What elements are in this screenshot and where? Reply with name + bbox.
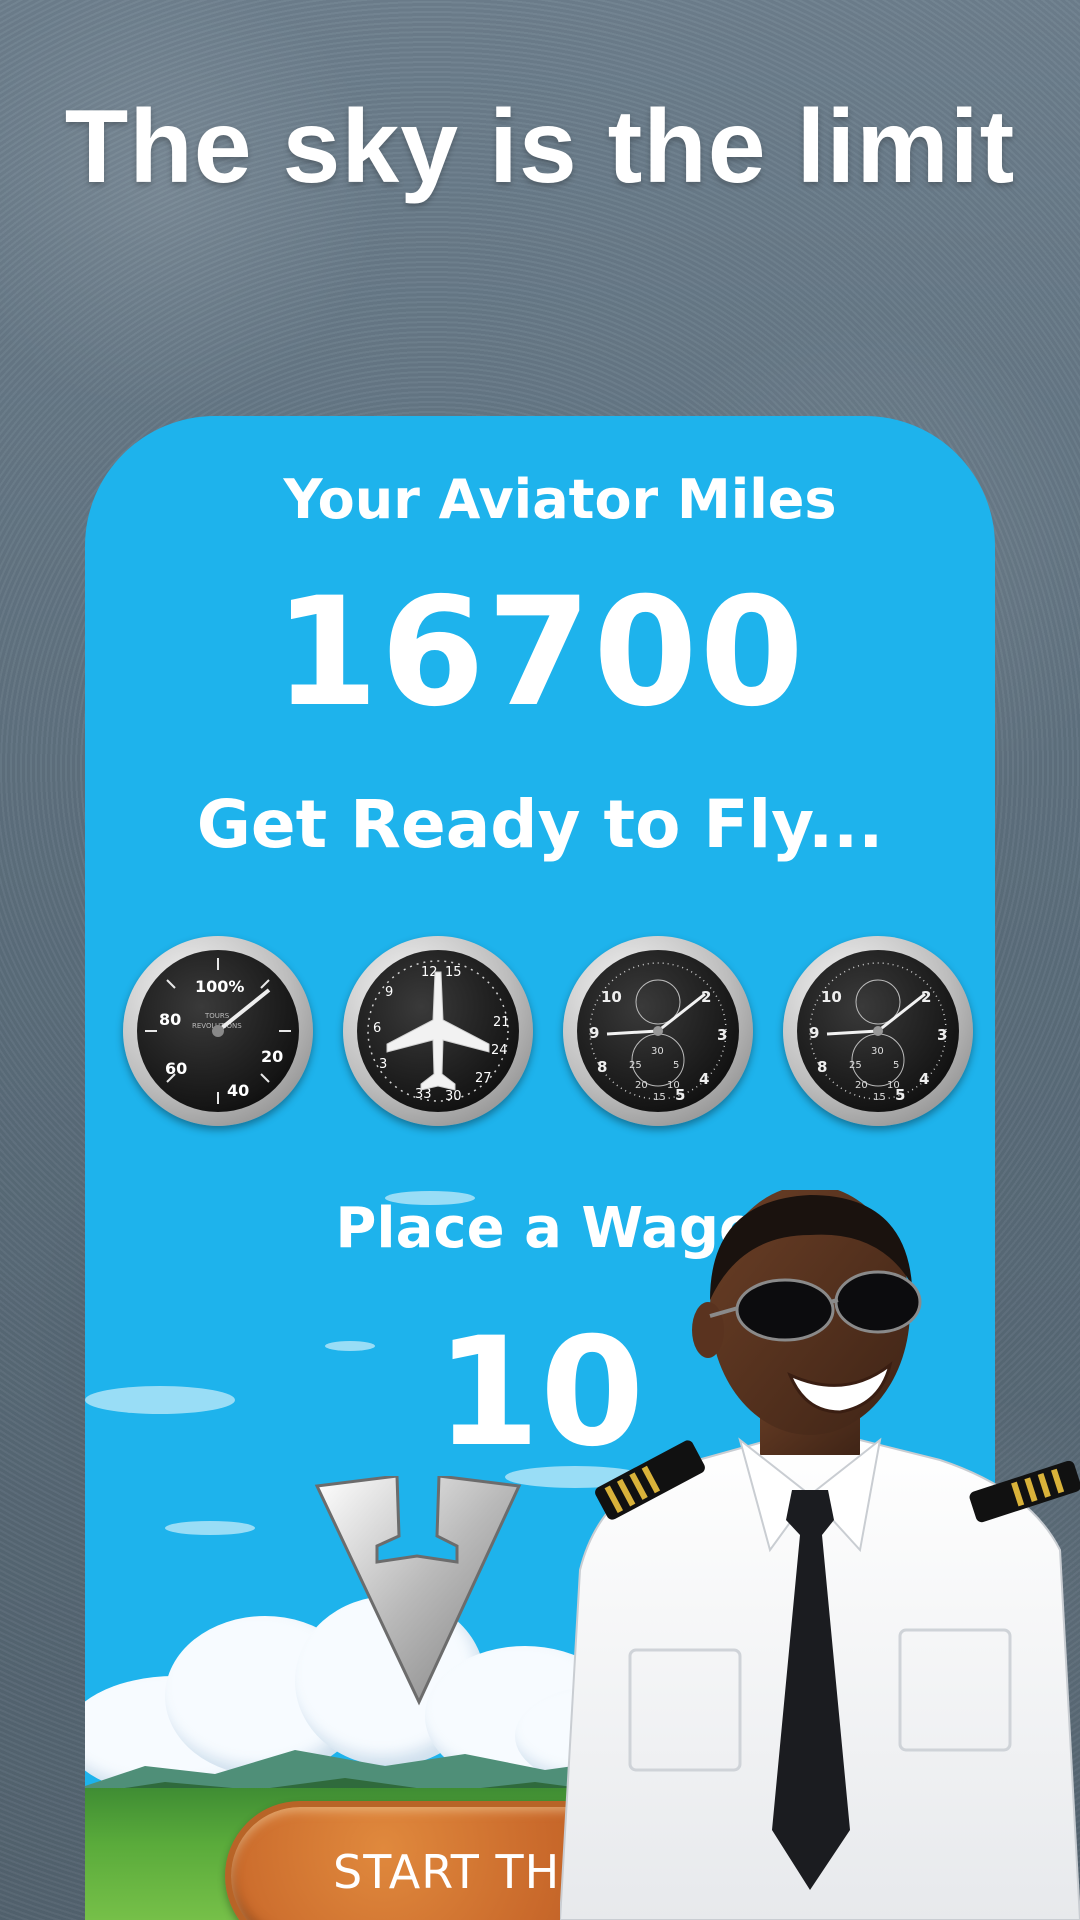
miles-value: 16700 bbox=[274, 566, 806, 740]
svg-text:3: 3 bbox=[717, 1026, 727, 1044]
svg-text:25: 25 bbox=[629, 1060, 642, 1071]
svg-text:9: 9 bbox=[809, 1024, 819, 1042]
svg-text:15: 15 bbox=[653, 1092, 666, 1103]
svg-text:10: 10 bbox=[667, 1080, 680, 1091]
decrease-wager-button[interactable] bbox=[307, 1476, 537, 1706]
miles-label: Your Aviator Miles bbox=[283, 468, 837, 531]
svg-text:10: 10 bbox=[601, 988, 622, 1006]
svg-text:6: 6 bbox=[373, 1021, 381, 1036]
svg-text:15: 15 bbox=[873, 1092, 886, 1103]
airplane-icon bbox=[386, 971, 490, 1091]
tachometer-gauge: 100% 80 60 40 20 TOURS REVOLUTIONS bbox=[123, 936, 313, 1126]
svg-text:4: 4 bbox=[919, 1070, 929, 1088]
svg-text:5: 5 bbox=[673, 1060, 679, 1071]
heading-indicator-gauge: 12 15 21 24 27 30 33 3 6 9 bbox=[343, 936, 533, 1126]
pilot-photo bbox=[560, 1190, 1080, 1920]
promo-headline: The sky is the limit bbox=[64, 89, 1016, 205]
svg-text:9: 9 bbox=[589, 1024, 599, 1042]
svg-text:30: 30 bbox=[651, 1046, 664, 1057]
svg-text:80: 80 bbox=[159, 1010, 181, 1029]
svg-text:4: 4 bbox=[699, 1070, 709, 1088]
svg-text:21: 21 bbox=[493, 1015, 510, 1030]
svg-text:24: 24 bbox=[491, 1043, 508, 1058]
svg-text:30: 30 bbox=[445, 1089, 462, 1104]
svg-text:9: 9 bbox=[385, 985, 393, 1000]
svg-text:20: 20 bbox=[635, 1080, 648, 1091]
svg-text:30: 30 bbox=[871, 1046, 884, 1057]
chevron-down-icon bbox=[314, 1476, 522, 1706]
gauge-row: 100% 80 60 40 20 TOURS REVOLUTIONS bbox=[123, 936, 973, 1136]
ready-label: Get Ready to Fly... bbox=[196, 786, 884, 863]
svg-text:10: 10 bbox=[887, 1080, 900, 1091]
svg-text:5: 5 bbox=[893, 1060, 899, 1071]
sky-cloud bbox=[165, 1521, 255, 1535]
svg-text:15: 15 bbox=[445, 965, 462, 980]
svg-text:8: 8 bbox=[817, 1058, 827, 1076]
chronograph-gauge: 10 2 3 4 5 8 9 30 25 5 20 10 15 bbox=[563, 936, 753, 1126]
svg-text:8: 8 bbox=[597, 1058, 607, 1076]
svg-text:60: 60 bbox=[165, 1059, 187, 1078]
svg-text:3: 3 bbox=[379, 1057, 387, 1072]
svg-text:20: 20 bbox=[261, 1047, 283, 1066]
svg-text:3: 3 bbox=[937, 1026, 947, 1044]
svg-text:25: 25 bbox=[849, 1060, 862, 1071]
svg-text:27: 27 bbox=[475, 1071, 492, 1086]
gauge-label: 100% bbox=[195, 977, 244, 996]
svg-text:40: 40 bbox=[227, 1081, 249, 1100]
svg-text:TOURS: TOURS bbox=[204, 1012, 230, 1020]
svg-text:10: 10 bbox=[821, 988, 842, 1006]
chronograph-gauge: 10 2 3 4 5 8 9 30 25 5 20 10 15 bbox=[783, 936, 973, 1126]
svg-text:20: 20 bbox=[855, 1080, 868, 1091]
